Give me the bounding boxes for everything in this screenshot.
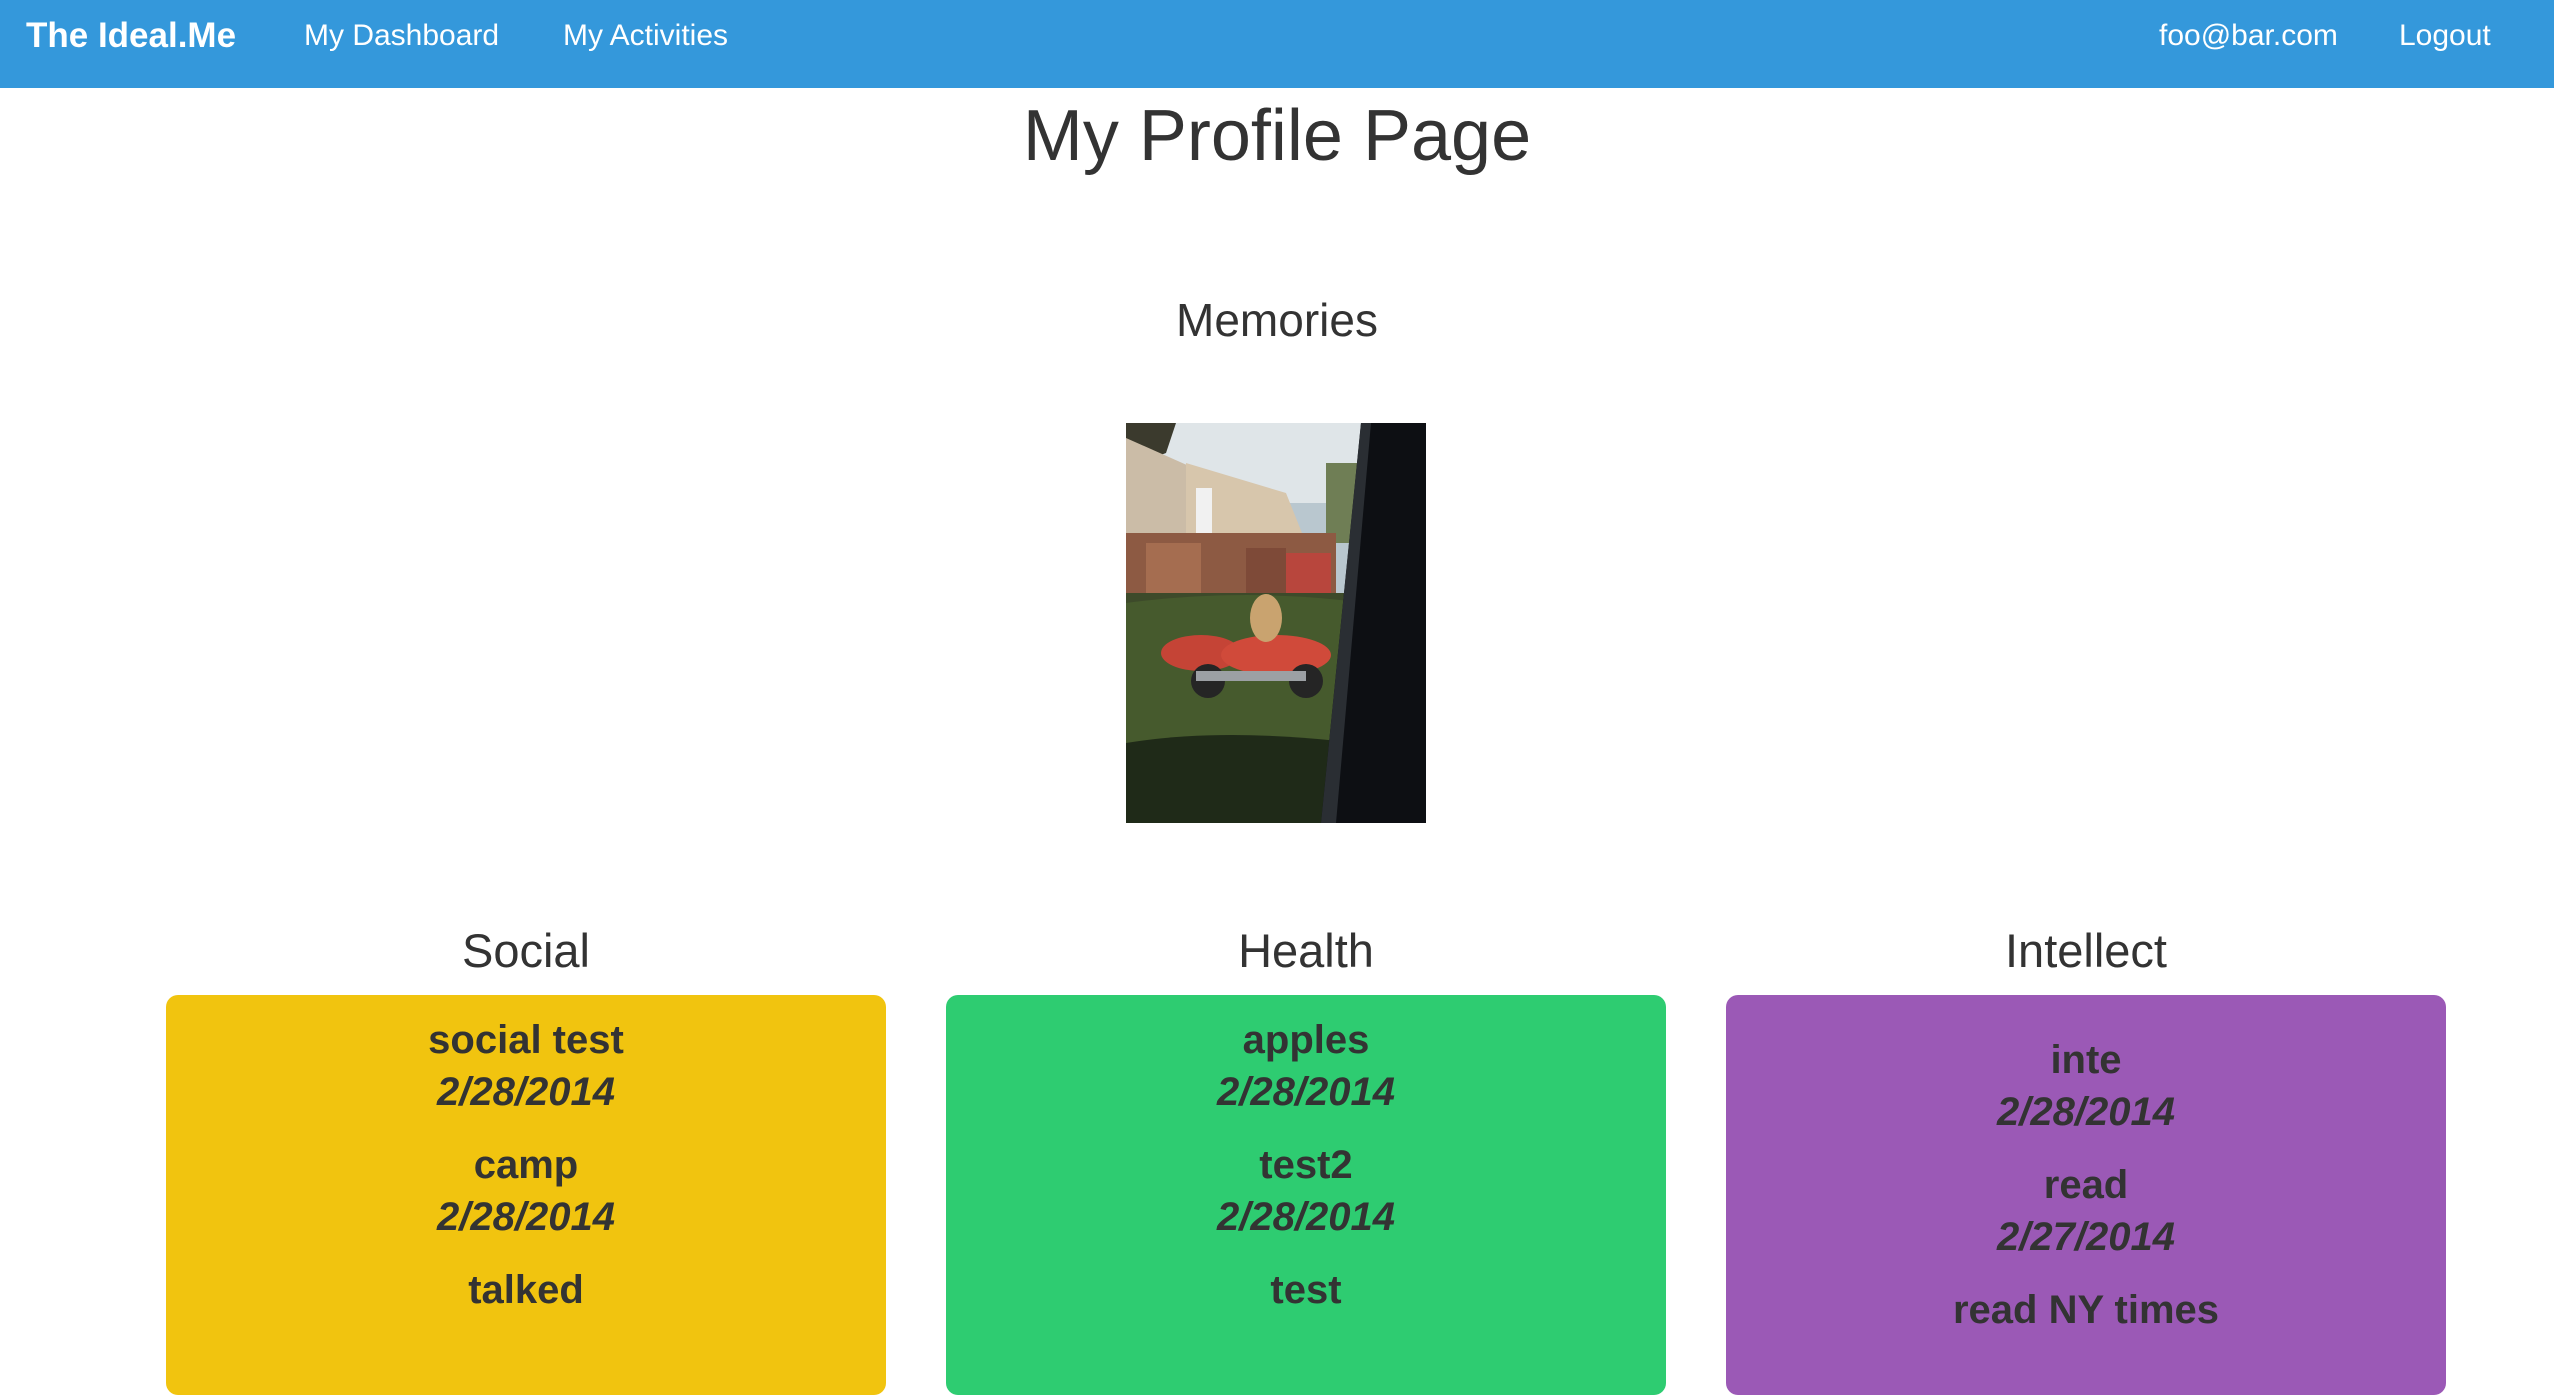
social-card: social test 2/28/2014 camp 2/28/2014 tal…	[166, 995, 886, 1395]
activity-date: 2/28/2014	[1997, 1090, 2175, 1134]
nav-user-email[interactable]: foo@bar.com	[2159, 0, 2338, 88]
navbar: The Ideal.Me My Dashboard My Activities …	[0, 0, 2554, 88]
activity-name: read	[2043, 1163, 2129, 1207]
intellect-heading: Intellect	[2005, 924, 2167, 977]
activity-name: apples	[1242, 1018, 1370, 1062]
activity-name: test2	[1259, 1143, 1353, 1187]
list-item: inte 2/28/2014	[1726, 1035, 2446, 1140]
activity-name: test	[1270, 1268, 1342, 1312]
health-card: apples 2/28/2014 test2 2/28/2014 test	[946, 995, 1666, 1395]
nav-my-dashboard[interactable]: My Dashboard	[304, 0, 499, 88]
activity-name: inte	[2050, 1038, 2122, 1082]
activity-name: talked	[468, 1268, 584, 1312]
activity-name: read NY times	[1952, 1288, 2220, 1332]
health-heading: Health	[1238, 924, 1374, 977]
page-title: My Profile Page	[1022, 96, 1532, 176]
list-item: camp 2/28/2014	[166, 1140, 886, 1245]
activity-name: camp	[473, 1143, 579, 1187]
logout-link[interactable]: Logout	[2399, 0, 2491, 88]
nav-my-activities[interactable]: My Activities	[563, 0, 728, 88]
activity-name: social test	[428, 1018, 624, 1062]
list-item: test	[946, 1265, 1666, 1315]
activity-date: 2/28/2014	[437, 1070, 615, 1114]
list-item: talked	[166, 1265, 886, 1315]
list-item: apples 2/28/2014	[946, 1015, 1666, 1120]
list-item: test2 2/28/2014	[946, 1140, 1666, 1245]
activity-date: 2/28/2014	[1217, 1070, 1395, 1114]
memory-photo[interactable]	[1126, 423, 1426, 823]
list-item: social test 2/28/2014	[166, 1015, 886, 1120]
brand-link[interactable]: The Ideal.Me	[26, 0, 236, 88]
intellect-card: inte 2/28/2014 read 2/27/2014 read NY ti…	[1726, 995, 2446, 1395]
list-item: read 2/27/2014	[1726, 1160, 2446, 1265]
activity-date: 2/27/2014	[1997, 1215, 2175, 1259]
activity-date: 2/28/2014	[1217, 1195, 1395, 1239]
memories-heading: Memories	[1176, 294, 1378, 346]
activity-date: 2/28/2014	[437, 1195, 615, 1239]
list-item: read NY times	[1726, 1285, 2446, 1335]
social-heading: Social	[461, 924, 590, 977]
